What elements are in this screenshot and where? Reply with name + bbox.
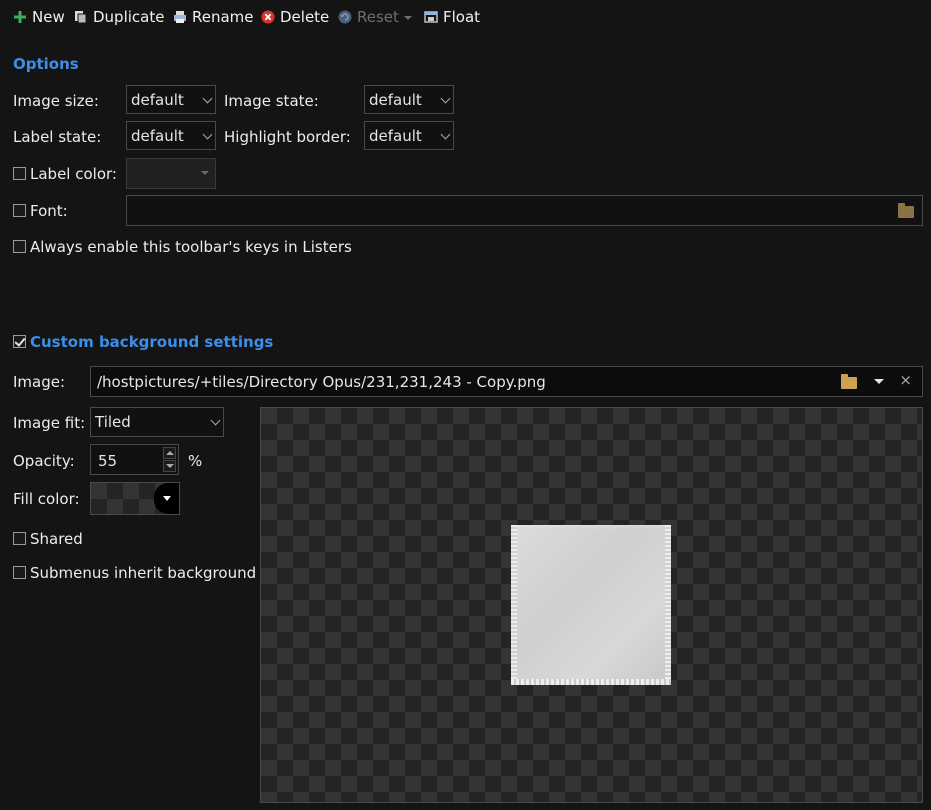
- image-label: Image:: [13, 373, 66, 391]
- submenus-inherit-label: Submenus inherit background: [30, 564, 257, 582]
- label-color-label: Label color:: [30, 165, 117, 183]
- float-button-label: Float: [443, 8, 481, 26]
- highlight-border-label: Highlight border:: [224, 128, 351, 146]
- reset-button-label: Reset: [357, 8, 399, 26]
- delete-button-label: Delete: [280, 8, 330, 26]
- chevron-down-icon: [210, 415, 221, 426]
- font-checkbox[interactable]: [13, 204, 26, 217]
- font-label: Font:: [30, 202, 68, 220]
- image-path-value: /hostpictures/+tiles/Directory Opus/231,…: [97, 373, 546, 391]
- folder-icon[interactable]: [898, 203, 914, 218]
- chevron-down-icon: [403, 16, 412, 20]
- chevron-down-icon[interactable]: [154, 483, 179, 514]
- spin-down-icon[interactable]: [163, 460, 176, 472]
- fill-color-picker[interactable]: [90, 482, 180, 515]
- folder-icon[interactable]: [841, 374, 857, 389]
- label-color-checkbox[interactable]: [13, 167, 26, 180]
- image-state-label: Image state:: [224, 92, 319, 110]
- copy-icon: [74, 10, 88, 24]
- image-size-value: default: [131, 91, 184, 109]
- font-field[interactable]: [126, 195, 923, 226]
- image-fit-label: Image fit:: [13, 414, 86, 432]
- opacity-spinner[interactable]: 55: [90, 444, 179, 475]
- delete-button[interactable]: Delete: [261, 6, 329, 28]
- printer-icon: [173, 10, 187, 24]
- custom-background-heading: Custom background settings: [30, 333, 274, 351]
- highlight-border-value: default: [369, 127, 422, 145]
- highlight-border-select[interactable]: default: [364, 121, 454, 150]
- window-icon: [424, 10, 438, 24]
- image-fit-value: Tiled: [95, 413, 131, 431]
- submenus-inherit-checkbox[interactable]: [13, 566, 26, 579]
- reset-button[interactable]: Reset: [338, 6, 412, 28]
- label-color-select[interactable]: [126, 158, 216, 189]
- image-size-label: Image size:: [13, 92, 99, 110]
- chevron-down-icon: [440, 93, 451, 104]
- label-state-select[interactable]: default: [126, 121, 216, 150]
- custom-background-checkbox[interactable]: [13, 335, 26, 348]
- image-size-select[interactable]: default: [126, 85, 216, 114]
- dropdown-arrow-icon[interactable]: [874, 379, 884, 384]
- rename-button-label: Rename: [192, 8, 254, 26]
- preview-image: [511, 525, 671, 685]
- rename-button[interactable]: Rename: [173, 6, 254, 28]
- background-preview: [260, 407, 923, 803]
- undo-icon: [338, 10, 352, 24]
- chevron-down-icon: [202, 129, 213, 140]
- always-enable-checkbox[interactable]: [13, 240, 26, 253]
- always-enable-label: Always enable this toolbar's keys in Lis…: [30, 238, 352, 256]
- image-state-value: default: [369, 91, 422, 109]
- image-state-select[interactable]: default: [364, 85, 454, 114]
- opacity-value: 55: [98, 452, 118, 470]
- new-button[interactable]: New: [13, 6, 65, 28]
- plus-icon: [13, 10, 27, 24]
- duplicate-button[interactable]: Duplicate: [74, 6, 164, 28]
- image-fit-select[interactable]: Tiled: [90, 407, 224, 437]
- label-state-label: Label state:: [13, 128, 102, 146]
- shared-label: Shared: [30, 530, 83, 548]
- float-button[interactable]: Float: [424, 6, 480, 28]
- options-heading: Options: [13, 55, 79, 73]
- clear-icon[interactable]: ×: [899, 371, 912, 389]
- label-state-value: default: [131, 127, 184, 145]
- opacity-label: Opacity:: [13, 452, 75, 470]
- image-path-field[interactable]: /hostpictures/+tiles/Directory Opus/231,…: [90, 366, 923, 397]
- spin-up-icon[interactable]: [163, 447, 176, 459]
- new-button-label: New: [32, 8, 65, 26]
- chevron-down-icon: [201, 171, 209, 175]
- delete-icon: [261, 10, 275, 24]
- chevron-down-icon: [202, 93, 213, 104]
- chevron-down-icon: [440, 129, 451, 140]
- shared-checkbox[interactable]: [13, 532, 26, 545]
- opacity-unit: %: [188, 452, 203, 470]
- fill-color-label: Fill color:: [13, 490, 80, 508]
- duplicate-button-label: Duplicate: [93, 8, 165, 26]
